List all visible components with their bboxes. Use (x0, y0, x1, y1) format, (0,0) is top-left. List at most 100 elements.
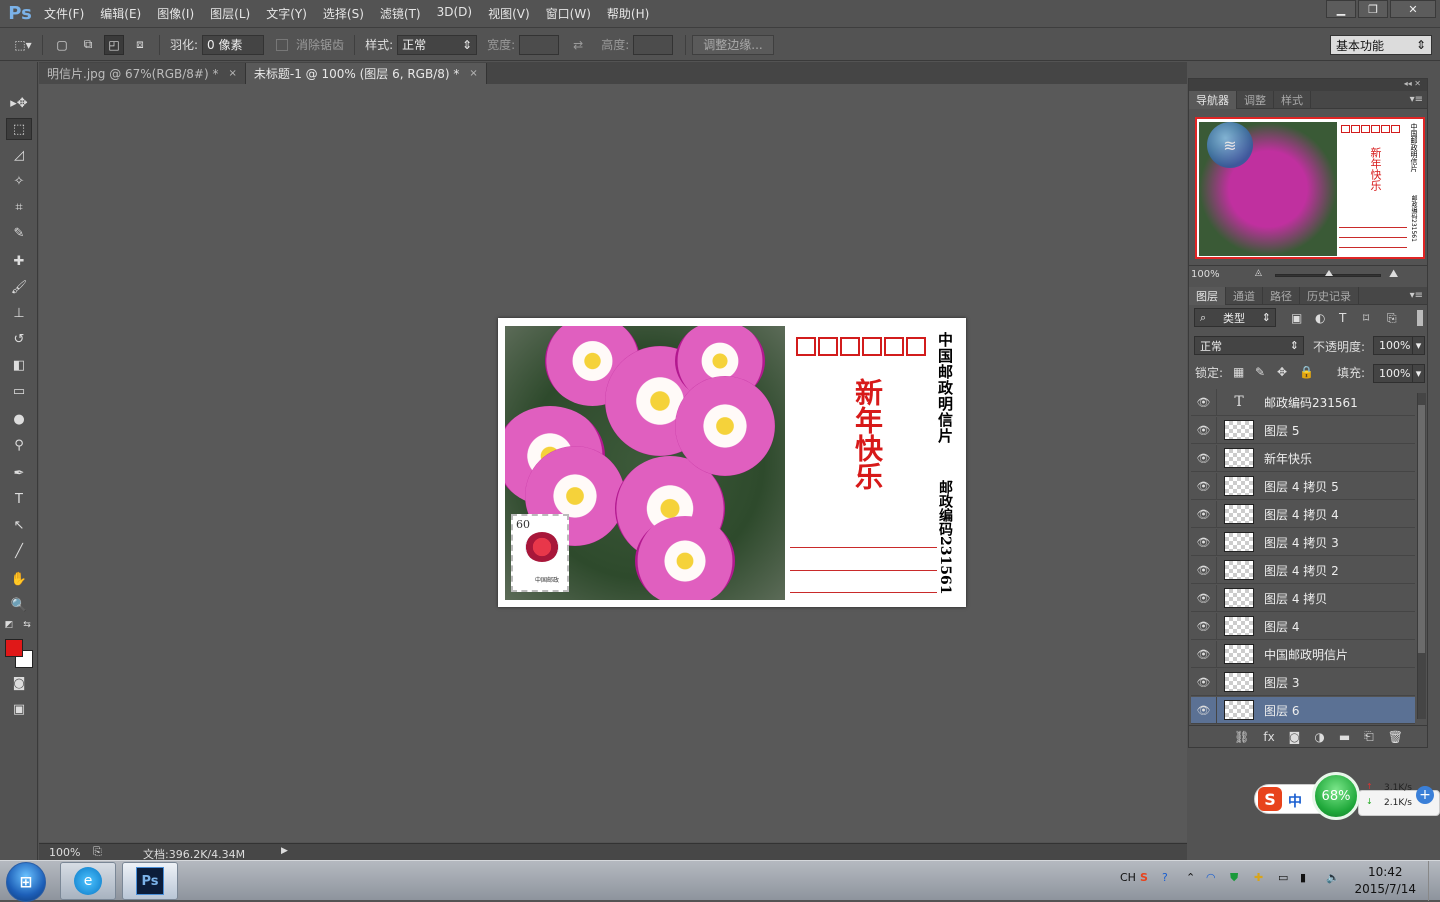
tab-styles[interactable]: 样式 (1274, 90, 1311, 109)
layer-row[interactable]: 👁 T 邮政编码231561 (1191, 388, 1415, 416)
layer-row[interactable]: 👁 图层 4 拷贝 (1191, 584, 1415, 612)
filter-adjustment-icon[interactable]: ◐ (1315, 311, 1325, 325)
tab-adjustments[interactable]: 调整 (1237, 90, 1274, 109)
fill-input[interactable]: 100% (1373, 364, 1413, 383)
fill-dropdown-icon[interactable]: ▾ (1412, 364, 1425, 383)
layer-name[interactable]: 图层 4 (1264, 618, 1299, 635)
visibility-eye-icon[interactable]: 👁 (1191, 612, 1217, 640)
menu-item-4[interactable]: 文字(Y) (258, 5, 315, 22)
layer-row[interactable]: 👁 图层 5 (1191, 416, 1415, 444)
fx-icon[interactable]: fx (1263, 730, 1274, 744)
layers-scroll-thumb[interactable] (1418, 405, 1425, 653)
sogou-icon[interactable]: S (1258, 787, 1282, 811)
eraser-icon[interactable]: ◧ (6, 354, 32, 376)
menu-item-2[interactable]: 图像(I) (149, 5, 202, 22)
quick-mask-icon[interactable]: ◙ (6, 672, 32, 694)
visibility-eye-icon[interactable]: 👁 (1191, 696, 1217, 724)
trash-icon[interactable]: 🗑 (1388, 730, 1403, 744)
layer-name[interactable]: 中国邮政明信片 (1264, 646, 1348, 663)
layer-name[interactable]: 图层 4 拷贝 4 (1264, 506, 1339, 523)
tab-paths[interactable]: 路径 (1263, 286, 1300, 305)
blur-tool-icon[interactable]: ● (6, 408, 32, 430)
layer-row[interactable]: 👁 图层 4 拷贝 5 (1191, 472, 1415, 500)
tray-display-icon[interactable]: ▭ (1278, 871, 1288, 884)
memory-ball[interactable]: 68% (1312, 772, 1360, 820)
dodge-tool-icon[interactable]: ⚲ (6, 434, 32, 456)
filter-pixel-icon[interactable]: ▣ (1291, 311, 1302, 325)
menu-item-6[interactable]: 滤镜(T) (372, 5, 429, 22)
zoom-in-icon[interactable]: ⛰ (1389, 267, 1398, 281)
opacity-input[interactable]: 100% (1373, 336, 1413, 355)
default-colors-icon[interactable]: ◩ (2, 618, 16, 632)
swap-icon[interactable]: ⇄ (573, 38, 583, 52)
tray-shield-icon[interactable]: ⛊ (1230, 871, 1238, 885)
workspace-select[interactable]: 基本功能 ⇕ (1330, 35, 1432, 55)
menu-item-8[interactable]: 视图(V) (480, 5, 538, 22)
add-selection-icon[interactable]: ⧉ (78, 35, 98, 55)
visibility-eye-icon[interactable]: 👁 (1191, 500, 1217, 528)
history-brush-icon[interactable]: ↺ (6, 328, 32, 350)
layer-row[interactable]: 👁 图层 6 (1191, 696, 1415, 724)
style-select[interactable]: 正常 ⇕ (397, 34, 478, 55)
tray-wifi-icon[interactable]: ◠ (1206, 871, 1216, 884)
tab-navigator[interactable]: 导航器 (1189, 90, 1237, 109)
visibility-eye-icon[interactable]: 👁 (1191, 556, 1217, 584)
layer-row[interactable]: 👁 图层 4 拷贝 3 (1191, 528, 1415, 556)
lock-position-icon[interactable]: ✥ (1277, 365, 1287, 379)
foreground-color-swatch[interactable] (5, 639, 23, 657)
blend-mode-select[interactable]: 正常 ⇕ (1194, 336, 1304, 355)
visibility-eye-icon[interactable]: 👁 (1191, 528, 1217, 556)
adjustment-layer-icon[interactable]: ◑ (1314, 730, 1324, 744)
layer-name[interactable]: 图层 4 拷贝 2 (1264, 562, 1339, 579)
close-icon[interactable]: × (228, 68, 236, 79)
visibility-eye-icon[interactable]: 👁 (1191, 668, 1217, 696)
layer-name[interactable]: 图层 4 拷贝 3 (1264, 534, 1339, 551)
export-icon[interactable]: ⎘ (93, 845, 102, 859)
layer-name[interactable]: 图层 3 (1264, 674, 1299, 691)
navigator-zoom-value[interactable]: 100% (1191, 269, 1247, 280)
layer-row[interactable]: 👁 图层 4 拷贝 2 (1191, 556, 1415, 584)
filter-shape-icon[interactable]: ⌑ (1363, 311, 1369, 325)
add-mask-icon[interactable]: ◙ (1289, 730, 1301, 744)
minimize-button[interactable]: ▁ (1326, 0, 1356, 18)
panel-menu-icon[interactable]: ▾≡ (1410, 94, 1423, 105)
new-selection-icon[interactable]: ▢ (52, 35, 72, 55)
eyedropper-icon[interactable]: ✎ (6, 222, 32, 244)
taskbar-clock[interactable]: 10:42 2015/7/14 (1354, 864, 1416, 898)
close-button[interactable]: ✕ (1390, 0, 1436, 18)
lock-transparent-icon[interactable]: ▦ (1233, 365, 1244, 379)
layer-name[interactable]: 图层 6 (1264, 702, 1299, 719)
hand-tool-icon[interactable]: ✋ (6, 568, 32, 590)
layer-row[interactable]: 👁 图层 4 (1191, 612, 1415, 640)
gradient-icon[interactable]: ▭ (6, 380, 32, 402)
menu-item-0[interactable]: 文件(F) (36, 5, 92, 22)
lasso-tool-icon[interactable]: ◿ (6, 144, 32, 166)
layer-row[interactable]: 👁 新年快乐 (1191, 444, 1415, 472)
layer-row[interactable]: 👁 图层 3 (1191, 668, 1415, 696)
layer-row[interactable]: 👁 中国邮政明信片 (1191, 640, 1415, 668)
visibility-eye-icon[interactable]: 👁 (1191, 584, 1217, 612)
plus-icon[interactable]: + (1416, 786, 1434, 804)
filter-type-icon[interactable]: T (1339, 311, 1346, 325)
tray-expand-icon[interactable]: ⌃ (1186, 871, 1195, 884)
tab-channels[interactable]: 通道 (1226, 286, 1263, 305)
layer-name[interactable]: 图层 5 (1264, 422, 1299, 439)
marquee-preset-icon[interactable]: ⬚▾ (13, 35, 33, 55)
width-input[interactable] (519, 34, 560, 55)
menu-item-7[interactable]: 3D(D) (429, 5, 480, 22)
zoom-tool-icon[interactable]: 🔍 (6, 594, 32, 616)
layer-name[interactable]: 新年快乐 (1264, 450, 1312, 467)
new-group-icon[interactable]: ▬ (1339, 730, 1350, 744)
tab-layers[interactable]: 图层 (1189, 286, 1226, 305)
ime-mode[interactable]: 中 (1288, 791, 1302, 811)
tray-language[interactable]: CH (1120, 871, 1136, 884)
zoom-slider-knob[interactable] (1325, 270, 1333, 276)
antialias-checkbox[interactable] (276, 38, 289, 51)
line-tool-icon[interactable]: ╱ (6, 540, 32, 562)
tab-history[interactable]: 历史记录 (1300, 286, 1359, 305)
visibility-eye-icon[interactable]: 👁 (1191, 472, 1217, 500)
menu-item-5[interactable]: 选择(S) (315, 5, 372, 22)
intersect-selection-icon[interactable]: ⧈ (130, 35, 150, 55)
marquee-tool-icon[interactable]: ⬚ (6, 118, 32, 140)
screen-mode-icon[interactable]: ▣ (6, 698, 32, 720)
